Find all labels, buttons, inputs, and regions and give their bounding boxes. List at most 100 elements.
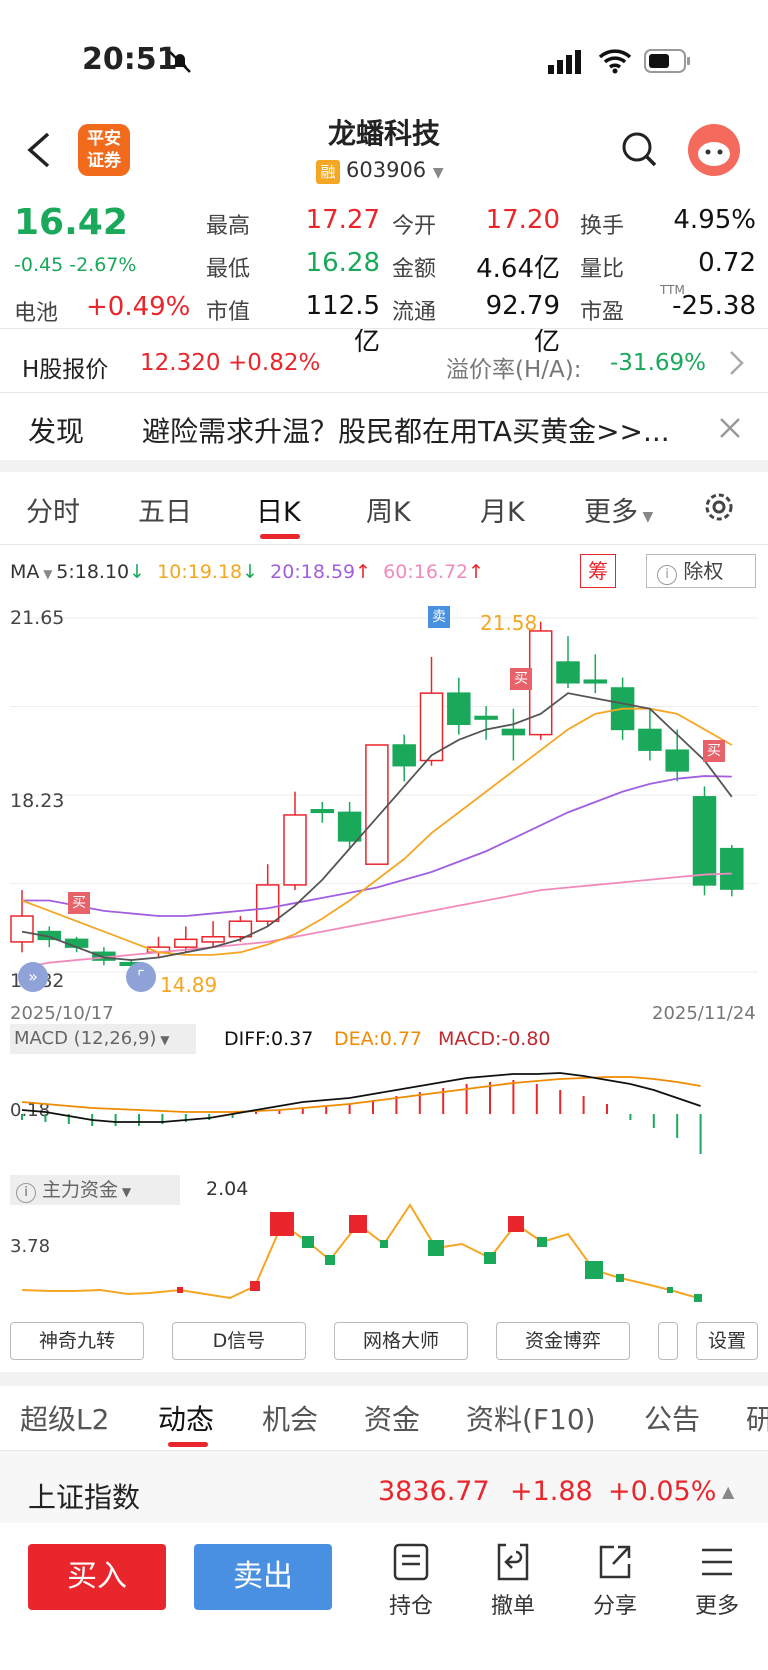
chevron-right-icon[interactable] <box>726 348 746 378</box>
avatar[interactable] <box>688 124 740 176</box>
candle-body <box>365 744 389 865</box>
sell-button[interactable]: 卖出 <box>194 1544 332 1610</box>
candle-body <box>501 728 526 736</box>
search-icon[interactable] <box>620 130 660 170</box>
sector-change: +0.49% <box>86 292 191 322</box>
tab-more[interactable]: 更多 ▼ <box>584 490 653 529</box>
flow-marker <box>250 1281 260 1291</box>
more-label[interactable]: 更多 <box>677 1588 757 1620</box>
holdings-label[interactable]: 持仓 <box>371 1588 451 1620</box>
ma-legend[interactable]: MA ▼ 5:18.10↓ 10:19.18↓ 20:18.59↑ 60:16.… <box>10 561 484 583</box>
flow-marker <box>302 1236 314 1248</box>
tab-opportunity[interactable]: 机会 <box>262 1398 318 1438</box>
share-label[interactable]: 分享 <box>575 1588 655 1620</box>
hshare-price: 12.320 <box>140 350 221 376</box>
stat-value: 17.27 <box>305 205 380 235</box>
candle-body <box>528 630 553 736</box>
wifi-icon <box>598 49 632 74</box>
price-change: -0.45 -2.67% <box>14 254 137 276</box>
share-icon[interactable] <box>596 1542 634 1582</box>
stat-label: 最高 <box>206 214 251 239</box>
discover-banner[interactable]: 避险需求升温？股民都在用TA买黄金>>... <box>142 410 670 450</box>
premium-label: 溢价率(H/A): <box>446 357 582 383</box>
macd-selector[interactable]: MACD (12,26,9) ▼ <box>10 1024 196 1054</box>
tab-monthly[interactable]: 月K <box>480 490 525 529</box>
candle-body <box>556 661 580 684</box>
ttm-label: TTM <box>660 283 685 297</box>
tab-super-l2[interactable]: 超级L2 <box>20 1398 109 1438</box>
stock-code[interactable]: 603906 ▼ <box>346 158 444 182</box>
flow-marker <box>484 1252 496 1264</box>
buy-button[interactable]: 买入 <box>28 1544 166 1610</box>
tab-research[interactable]: 研 <box>746 1398 768 1438</box>
cancel-order-icon[interactable] <box>494 1542 532 1582</box>
buy-marker-3: 买 <box>703 740 725 762</box>
tab-5day[interactable]: 五日 <box>138 490 192 529</box>
macd-value: MACD:-0.80 <box>438 1028 551 1050</box>
flow-chart[interactable] <box>0 1200 768 1314</box>
flow-marker <box>380 1240 388 1248</box>
flow-marker <box>177 1287 183 1293</box>
stat-label: 市值 <box>206 300 251 325</box>
stat-label: 最低 <box>206 257 251 282</box>
signal-icon <box>548 50 581 74</box>
kline-chart[interactable] <box>0 600 768 1000</box>
tool-d-signal[interactable]: D信号 <box>172 1322 306 1360</box>
tool-nine-turn[interactable]: 神奇九转 <box>10 1322 144 1360</box>
tool-grid-master[interactable]: 网格大师 <box>334 1322 468 1360</box>
candle-body <box>447 692 471 726</box>
tab-capital[interactable]: 资金 <box>364 1398 420 1438</box>
tab-news[interactable]: 动态 <box>158 1398 214 1438</box>
date-end: 2025/11/24 <box>652 1003 756 1024</box>
candle-body <box>337 811 362 842</box>
date-start: 2025/10/17 <box>10 1003 114 1024</box>
macd-chart[interactable] <box>0 1058 768 1168</box>
candle-body <box>201 936 225 943</box>
status-time: 20:51 <box>82 42 178 77</box>
low-price-mark: 14.89 <box>160 973 218 997</box>
hshare-pct: +0.82% <box>228 350 321 376</box>
battery-icon <box>644 49 690 73</box>
stat-label: 市盈 <box>580 300 625 325</box>
hshare-label[interactable]: H股报价 <box>22 350 108 384</box>
candle-body <box>255 884 280 922</box>
cancel-order-label[interactable]: 撤单 <box>473 1588 553 1620</box>
candle-body <box>174 938 198 948</box>
candle-body <box>692 796 717 886</box>
adjust-button[interactable]: i 除权 <box>646 554 756 588</box>
flow-marker <box>667 1287 673 1293</box>
candle-body <box>310 809 335 814</box>
macd-diff: DIFF:0.37 <box>224 1028 314 1050</box>
index-pct: +0.05% <box>608 1476 717 1507</box>
tool-fund-game[interactable]: 资金博弈 <box>496 1322 630 1360</box>
tab-daily[interactable]: 日K <box>256 490 301 529</box>
candle-body <box>10 915 34 943</box>
candle-body <box>228 920 253 938</box>
close-icon[interactable] <box>718 416 742 440</box>
settings-button[interactable]: 设置 <box>696 1322 758 1360</box>
gear-icon[interactable] <box>702 490 736 524</box>
tab-f10[interactable]: 资料(F10) <box>466 1398 596 1438</box>
chip-button[interactable]: 筹 <box>580 554 616 588</box>
stat-value: 112.5亿 <box>305 291 380 357</box>
tab-weekly[interactable]: 周K <box>366 490 411 529</box>
macd-diff-line <box>21 1072 701 1123</box>
candle-body <box>392 744 416 767</box>
holdings-icon[interactable] <box>392 1542 430 1582</box>
premium-value: -31.69% <box>610 350 706 376</box>
tab-announcement[interactable]: 公告 <box>644 1398 700 1438</box>
tool-partial[interactable] <box>658 1322 678 1360</box>
stat-value: 4.95% <box>673 205 756 235</box>
index-name[interactable]: 上证指数 <box>28 1476 140 1516</box>
flow-marker <box>585 1261 603 1279</box>
margin-badge: 融 <box>316 160 340 184</box>
crosshair-icon[interactable]: ⌜ <box>126 962 156 992</box>
more-icon[interactable] <box>698 1542 736 1582</box>
stat-value: 92.79亿 <box>485 291 560 357</box>
candle-body <box>283 814 307 886</box>
expand-icon[interactable]: » <box>18 962 48 992</box>
stat-value: 17.20 <box>485 205 560 235</box>
section-tab-indicator <box>168 1442 208 1447</box>
tab-timeshare[interactable]: 分时 <box>26 490 80 529</box>
stat-label: 换手 <box>580 214 625 239</box>
